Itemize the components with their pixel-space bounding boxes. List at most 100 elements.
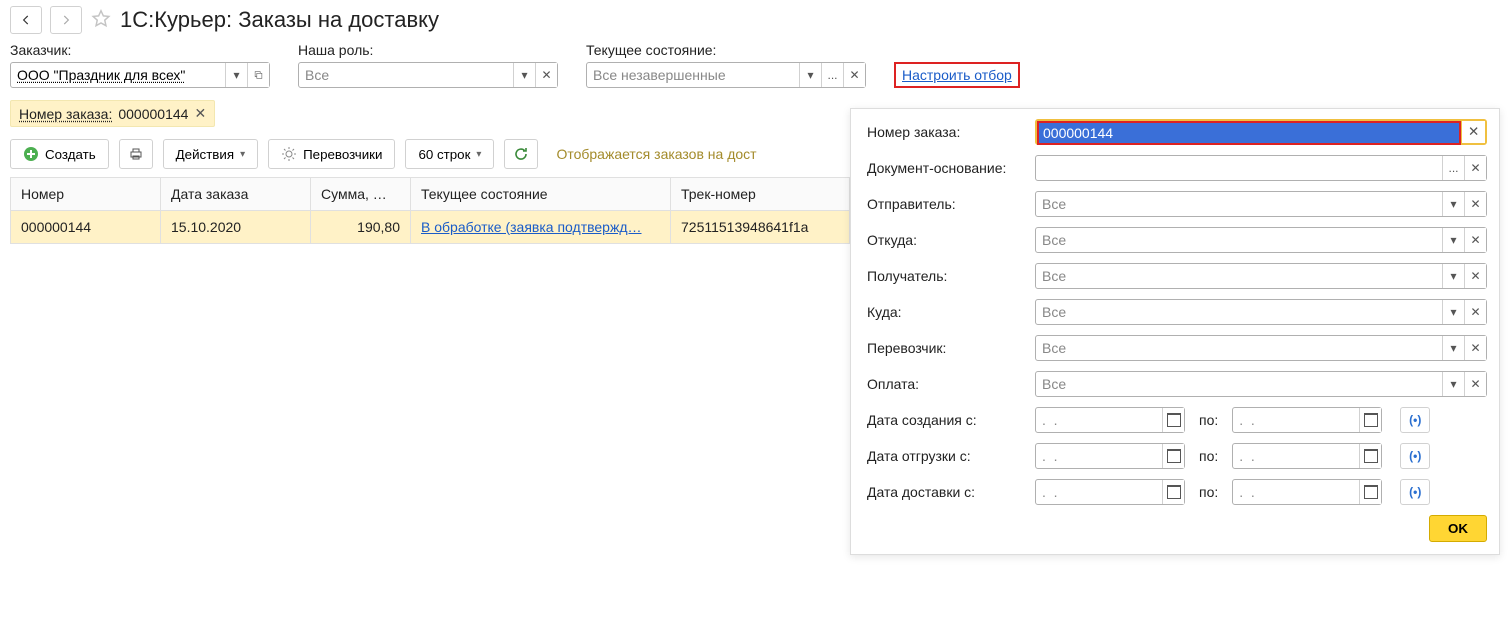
carrier-dropdown-button[interactable]: ▾ bbox=[1442, 336, 1464, 360]
date-ship-to-cal[interactable] bbox=[1359, 444, 1381, 468]
status-text: Отображается заказов на дост bbox=[556, 146, 756, 162]
calendar-icon bbox=[1364, 485, 1378, 499]
from-clear-button[interactable]: ✕ bbox=[1464, 228, 1486, 252]
favorite-star-icon[interactable] bbox=[90, 8, 112, 33]
date-delivery-from-cal[interactable] bbox=[1162, 480, 1184, 504]
open-icon bbox=[254, 69, 263, 81]
state-clear-button[interactable]: ✕ bbox=[843, 63, 865, 87]
col-sum[interactable]: Сумма, … bbox=[311, 178, 411, 211]
col-number[interactable]: Номер bbox=[11, 178, 161, 211]
date-ship-to-input[interactable] bbox=[1233, 444, 1359, 468]
page-title: 1С:Курьер: Заказы на доставку bbox=[120, 7, 439, 33]
basis-input[interactable] bbox=[1036, 156, 1442, 180]
to-input[interactable] bbox=[1036, 300, 1442, 324]
from-label: Откуда: bbox=[867, 232, 1027, 248]
configure-filter-link[interactable]: Настроить отбор bbox=[902, 67, 1012, 83]
to-clear-button[interactable]: ✕ bbox=[1464, 300, 1486, 324]
customer-input[interactable] bbox=[11, 63, 225, 87]
date-delivery-to-input[interactable] bbox=[1233, 480, 1359, 504]
role-dropdown-button[interactable]: ▾ bbox=[513, 63, 535, 87]
filter-chip: Номер заказа: 000000144 ✕ bbox=[10, 100, 215, 127]
date-created-to-cal[interactable] bbox=[1359, 408, 1381, 432]
print-button[interactable] bbox=[119, 139, 153, 169]
to-label: Куда: bbox=[867, 304, 1027, 320]
refresh-button[interactable] bbox=[504, 139, 538, 169]
sender-dropdown-button[interactable]: ▾ bbox=[1442, 192, 1464, 216]
cell-track: 72511513948641f1a bbox=[671, 211, 850, 244]
order-number-clear[interactable]: ✕ bbox=[1461, 121, 1485, 143]
chevron-down-icon: ▾ bbox=[240, 149, 245, 160]
from-dropdown-button[interactable]: ▾ bbox=[1442, 228, 1464, 252]
filter-chip-value: 000000144 bbox=[118, 106, 188, 122]
order-number-input[interactable] bbox=[1039, 123, 1459, 143]
payment-input[interactable] bbox=[1036, 372, 1442, 396]
arrow-right-icon bbox=[59, 13, 73, 27]
carrier-clear-button[interactable]: ✕ bbox=[1464, 336, 1486, 360]
col-date[interactable]: Дата заказа bbox=[161, 178, 311, 211]
state-more-button[interactable]: ... bbox=[821, 63, 843, 87]
date-to-label: по: bbox=[1193, 448, 1224, 464]
create-button[interactable]: Создать bbox=[10, 139, 109, 169]
date-ship-range-button[interactable]: (•) bbox=[1400, 443, 1430, 469]
payment-label: Оплата: bbox=[867, 376, 1027, 392]
actions-button[interactable]: Действия ▾ bbox=[163, 139, 258, 169]
basis-label: Документ-основание: bbox=[867, 160, 1027, 176]
calendar-icon bbox=[1167, 413, 1181, 427]
state-input[interactable] bbox=[587, 63, 799, 87]
basis-clear-button[interactable]: ✕ bbox=[1464, 156, 1486, 180]
carrier-input[interactable] bbox=[1036, 336, 1442, 360]
cell-date: 15.10.2020 bbox=[161, 211, 311, 244]
cell-state: В обработке (заявка подтвержд… bbox=[411, 211, 671, 244]
ok-button[interactable]: OK bbox=[1429, 515, 1487, 542]
state-link[interactable]: В обработке (заявка подтвержд… bbox=[421, 219, 642, 235]
calendar-icon bbox=[1364, 449, 1378, 463]
date-ship-from-cal[interactable] bbox=[1162, 444, 1184, 468]
basis-more-button[interactable]: ... bbox=[1442, 156, 1464, 180]
role-input[interactable] bbox=[299, 63, 513, 87]
date-ship-label: Дата отгрузки с: bbox=[867, 448, 1027, 464]
state-label: Текущее состояние: bbox=[586, 42, 866, 58]
filter-panel: ✕ Номер заказа: ✕ Документ-основание: ..… bbox=[850, 108, 1500, 555]
arrow-left-icon bbox=[19, 13, 33, 27]
date-delivery-to-cal[interactable] bbox=[1359, 480, 1381, 504]
from-input[interactable] bbox=[1036, 228, 1442, 252]
table-row[interactable]: 000000144 15.10.2020 190,80 В обработке … bbox=[11, 211, 850, 244]
refresh-icon bbox=[513, 146, 529, 162]
receiver-clear-button[interactable]: ✕ bbox=[1464, 264, 1486, 288]
state-dropdown-button[interactable]: ▾ bbox=[799, 63, 821, 87]
date-created-to-input[interactable] bbox=[1233, 408, 1359, 432]
calendar-icon bbox=[1364, 413, 1378, 427]
rows-count-button[interactable]: 60 строк ▾ bbox=[405, 139, 494, 169]
date-delivery-from-input[interactable] bbox=[1036, 480, 1162, 504]
role-label: Наша роль: bbox=[298, 42, 558, 58]
col-state[interactable]: Текущее состояние bbox=[411, 178, 671, 211]
date-to-label: по: bbox=[1193, 412, 1224, 428]
calendar-icon bbox=[1167, 449, 1181, 463]
receiver-dropdown-button[interactable]: ▾ bbox=[1442, 264, 1464, 288]
date-to-label: по: bbox=[1193, 484, 1224, 500]
customer-open-button[interactable] bbox=[247, 63, 269, 87]
to-dropdown-button[interactable]: ▾ bbox=[1442, 300, 1464, 324]
carriers-button[interactable]: Перевозчики bbox=[268, 139, 395, 169]
nav-back-button[interactable] bbox=[10, 6, 42, 34]
customer-label: Заказчик: bbox=[10, 42, 270, 58]
nav-forward-button[interactable] bbox=[50, 6, 82, 34]
date-ship-from-input[interactable] bbox=[1036, 444, 1162, 468]
receiver-input[interactable] bbox=[1036, 264, 1442, 288]
sender-input[interactable] bbox=[1036, 192, 1442, 216]
date-created-range-button[interactable]: (•) bbox=[1400, 407, 1430, 433]
payment-dropdown-button[interactable]: ▾ bbox=[1442, 372, 1464, 396]
payment-clear-button[interactable]: ✕ bbox=[1464, 372, 1486, 396]
col-track[interactable]: Трек-номер bbox=[671, 178, 850, 211]
role-clear-button[interactable]: ✕ bbox=[535, 63, 557, 87]
carrier-label: Перевозчик: bbox=[867, 340, 1027, 356]
sender-label: Отправитель: bbox=[867, 196, 1027, 212]
date-delivery-range-button[interactable]: (•) bbox=[1400, 479, 1430, 505]
customer-dropdown-button[interactable]: ▾ bbox=[225, 63, 247, 87]
filter-chip-label: Номер заказа: bbox=[19, 106, 112, 122]
sender-clear-button[interactable]: ✕ bbox=[1464, 192, 1486, 216]
date-created-from-cal[interactable] bbox=[1162, 408, 1184, 432]
date-delivery-label: Дата доставки с: bbox=[867, 484, 1027, 500]
filter-chip-remove[interactable]: ✕ bbox=[194, 105, 206, 122]
date-created-from-input[interactable] bbox=[1036, 408, 1162, 432]
